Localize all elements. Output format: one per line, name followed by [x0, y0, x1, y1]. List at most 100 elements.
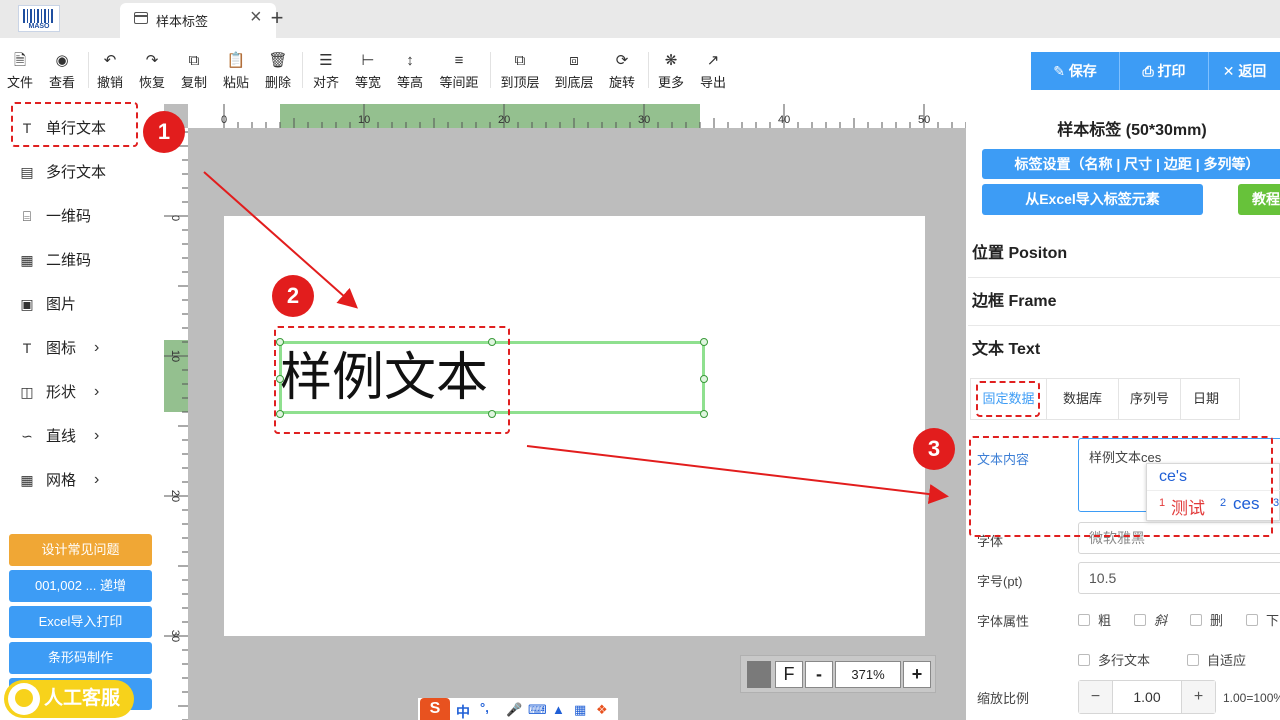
toolbar-equal-spacing-button[interactable]: ≡ 等间距	[436, 50, 482, 100]
shirt-icon[interactable]: ▲	[552, 702, 565, 717]
sidebar-item-line[interactable]: ∽ 直线 ›	[10, 418, 150, 454]
ruler-top: 0 10 20 30 40 50	[188, 104, 966, 128]
toolbar-more-button[interactable]: ❋ 更多	[655, 50, 687, 100]
apps-icon[interactable]: ▦	[574, 702, 586, 718]
toolbar-equal-height-button[interactable]: ↕ 等高	[394, 50, 426, 100]
zoom-input[interactable]: 371%	[835, 661, 901, 688]
ruler-top-label: 0	[221, 114, 228, 126]
ruler-top-label: 20	[498, 114, 511, 126]
send-to-back-icon: ⧈	[569, 52, 579, 69]
scale-value[interactable]: 1.00	[1113, 681, 1181, 713]
autofit-checkbox[interactable]: 自适应	[1187, 650, 1246, 669]
toolbar-send-back-button[interactable]: ⧈ 到底层	[552, 50, 596, 100]
mic-icon[interactable]: 🎤	[506, 702, 522, 718]
strikethrough-checkbox[interactable]: 删	[1190, 610, 1223, 629]
toolbar-divider	[648, 52, 649, 88]
label-title: 样本标签 (50*30mm)	[1057, 122, 1207, 139]
design-faq-button[interactable]: 设计常见问题	[9, 534, 152, 566]
ruler-left-label: 0	[169, 214, 182, 222]
eye-icon: ◉	[55, 52, 69, 69]
paste-icon: 📋	[226, 52, 246, 69]
sidebar-item-label: 形状	[46, 384, 77, 401]
sidebar-item-shape[interactable]: ◫ 形状 ›	[10, 374, 150, 410]
sidebar-item-barcode[interactable]: ⌸ 一维码	[10, 198, 150, 234]
resize-handle[interactable]	[700, 375, 708, 383]
sidebar-item-icon[interactable]: T 图标 ›	[10, 330, 150, 366]
file-icon: 🗎	[13, 52, 27, 69]
tab-serial[interactable]: 序列号	[1119, 379, 1181, 419]
close-icon[interactable]: ×	[250, 6, 262, 29]
ruler-top-label: 40	[778, 114, 791, 126]
font-size-select[interactable]: 10.5	[1078, 562, 1280, 594]
resize-handle[interactable]	[700, 338, 708, 346]
toolbar-copy-button[interactable]: ⧉ 复制	[178, 50, 210, 100]
bold-label: 粗	[1098, 613, 1112, 628]
zoom-in-button[interactable]: +	[903, 661, 931, 688]
toolbar-label: 旋转	[608, 75, 635, 90]
print-button[interactable]: ⎙ 打印	[1120, 52, 1208, 90]
tab-database[interactable]: 数据库	[1047, 379, 1119, 419]
ime-punct[interactable]: °,	[480, 700, 489, 715]
toolbar-file-button[interactable]: 🗎 文件	[4, 50, 36, 100]
zoom-out-button[interactable]: -	[805, 661, 833, 688]
resize-handle[interactable]	[700, 410, 708, 418]
toolbar-label: 更多	[657, 75, 684, 90]
font-size-value: 10.5	[1089, 570, 1117, 586]
edit-icon: ✎	[1053, 63, 1069, 79]
tools-icon[interactable]: ❖	[596, 702, 608, 718]
new-tab-button[interactable]: +	[266, 5, 288, 31]
underline-checkbox[interactable]: 下	[1246, 610, 1279, 629]
toolbar-undo-button[interactable]: ↶ 撤销	[94, 50, 126, 100]
customer-service-button[interactable]: 人工客服	[4, 680, 134, 718]
toolbar-label: 粘贴	[222, 75, 249, 90]
increment-button[interactable]: 001,002 ... 递增	[9, 570, 152, 602]
toolbar-bring-front-button[interactable]: ⧉ 到顶层	[498, 50, 542, 100]
sidebar-item-image[interactable]: ▣ 图片	[10, 286, 150, 322]
toolbar-divider	[88, 52, 89, 88]
ruler-top-label: 50	[918, 114, 931, 126]
sidebar-item-grid[interactable]: ▦ 网格 ›	[10, 462, 150, 498]
toolbar-view-button[interactable]: ◉ 查看	[46, 50, 78, 100]
trash-icon: 🗑	[268, 52, 288, 69]
color-swatch[interactable]	[747, 661, 771, 688]
ruler-top-ticks	[223, 104, 966, 128]
back-button[interactable]: ✕ 返回	[1209, 52, 1280, 90]
printer-icon: ⎙	[1142, 63, 1158, 79]
toolbar-export-button[interactable]: ↗ 导出	[697, 50, 729, 100]
window-icon	[134, 12, 148, 24]
ime-logo-icon[interactable]: S	[420, 698, 450, 720]
toolbar-align-button[interactable]: ☰ 对齐	[310, 50, 342, 100]
toolbar-redo-button[interactable]: ↷ 恢复	[136, 50, 168, 100]
keyboard-icon[interactable]: ⌨	[528, 702, 547, 718]
toolbar-equal-width-button[interactable]: ⊢ 等宽	[352, 50, 384, 100]
save-button[interactable]: ✎ 保存	[1031, 52, 1119, 90]
toolbar-paste-button[interactable]: 📋 粘贴	[220, 50, 252, 100]
italic-checkbox[interactable]: 斜	[1134, 610, 1167, 629]
app-logo[interactable]: MASO	[18, 5, 60, 32]
multiline-label: 多行文本	[1098, 653, 1151, 668]
zoom-bar: F - 371% +	[740, 655, 936, 693]
label-settings-button[interactable]: 标签设置（名称 | 尺寸 | 边距 | 多列等）	[982, 149, 1280, 179]
excel-import-elements-button[interactable]: 从Excel导入标签元素	[982, 184, 1203, 215]
tutorial-button[interactable]: 教程	[1238, 184, 1280, 215]
sidebar-item-qrcode[interactable]: ▦ 二维码	[10, 242, 150, 278]
bold-checkbox[interactable]: 粗	[1078, 610, 1111, 629]
ime-mode[interactable]: 中	[456, 702, 470, 720]
scale-plus-button[interactable]: +	[1181, 681, 1215, 713]
toolbar-label: 撤销	[96, 75, 123, 90]
toolbar-rotate-button[interactable]: ⟳ 旋转	[606, 50, 638, 100]
excel-import-print-button[interactable]: Excel导入打印	[9, 606, 152, 638]
scale-stepper[interactable]: − 1.00 +	[1078, 680, 1216, 714]
section-frame[interactable]: 边框 Frame	[968, 278, 1280, 326]
scale-minus-button[interactable]: −	[1079, 681, 1113, 713]
scale-note: 1.00=100%	[1223, 691, 1280, 705]
section-position[interactable]: 位置 Positon	[968, 230, 1280, 278]
multiline-checkbox[interactable]: 多行文本	[1078, 650, 1150, 669]
sidebar-item-multi-text[interactable]: ▤ 多行文本	[10, 154, 150, 190]
fit-button[interactable]: F	[775, 661, 803, 688]
section-text[interactable]: 文本 Text	[968, 326, 1280, 374]
barcode-make-button[interactable]: 条形码制作	[9, 642, 152, 674]
toolbar-delete-button[interactable]: 🗑 删除	[262, 50, 294, 100]
tab-date[interactable]: 日期	[1181, 379, 1231, 419]
tab-sample-label[interactable]: 样本标签 ×	[120, 3, 276, 38]
